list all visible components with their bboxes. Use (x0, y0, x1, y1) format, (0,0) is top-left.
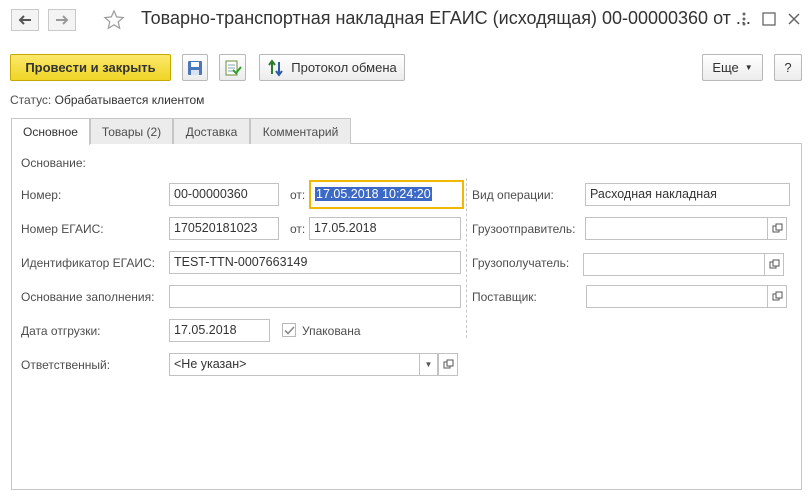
operation-label: Вид операции: (472, 188, 554, 202)
exchange-arrows-icon (268, 58, 284, 77)
supplier-field[interactable] (586, 285, 768, 308)
ship-date-label: Дата отгрузки: (21, 324, 101, 338)
more-label: Еще (712, 60, 739, 75)
basis-label: Основание: (21, 156, 86, 170)
help-label: ? (784, 60, 792, 75)
arrow-left-icon (18, 15, 31, 25)
forward-button[interactable] (48, 9, 76, 31)
egais-number-field[interactable]: 170520181023 (169, 217, 279, 240)
favorite-star-icon[interactable] (103, 9, 125, 34)
tab-main[interactable]: Основное (11, 118, 90, 145)
more-menu-button[interactable]: Еще ▼ (702, 54, 763, 81)
open-form-icon (772, 223, 782, 233)
egais-date-field[interactable]: 17.05.2018 (309, 217, 461, 240)
save-button[interactable] (182, 54, 208, 81)
operation-field[interactable]: Расходная накладная (585, 183, 790, 206)
more-vertical-icon[interactable] (735, 10, 753, 28)
help-button[interactable]: ? (774, 54, 802, 81)
close-icon[interactable] (785, 10, 803, 28)
number-field[interactable]: 00-00000360 (169, 183, 279, 206)
responsible-label: Ответственный: (21, 358, 111, 372)
post-button[interactable] (219, 54, 246, 81)
consignee-open-button[interactable] (764, 253, 784, 276)
date-field[interactable]: 17.05.2018 10:24:20 (309, 180, 464, 209)
supplier-open-button[interactable] (767, 285, 787, 308)
status-value: Обрабатывается клиентом (54, 93, 205, 107)
shipper-field[interactable] (585, 217, 768, 240)
tab-comment[interactable]: Комментарий (250, 118, 351, 144)
responsible-dropdown-button[interactable]: ▼ (419, 353, 438, 376)
post-and-close-label: Провести и закрыть (25, 60, 156, 75)
egais-id-label: Идентификатор ЕГАИС: (21, 256, 155, 270)
from-label: от: (290, 188, 306, 202)
open-form-icon (772, 291, 782, 301)
shipper-open-button[interactable] (767, 217, 787, 240)
egais-id-field[interactable]: TEST-TTN-0007663149 (169, 251, 461, 274)
responsible-field[interactable]: <Не указан> (169, 353, 420, 376)
packed-label: Упакована (302, 324, 361, 338)
checkmark-icon (283, 325, 295, 335)
post-document-icon (225, 60, 242, 75)
supplier-label: Поставщик: (472, 290, 537, 304)
consignee-field[interactable] (583, 253, 765, 276)
exchange-protocol-label: Протокол обмена (291, 60, 397, 75)
packed-checkbox[interactable] (282, 323, 296, 337)
post-and-close-button[interactable]: Провести и закрыть (10, 54, 171, 81)
page-title: Товарно-транспортная накладная ЕГАИС (ис… (141, 8, 751, 28)
egais-number-label: Номер ЕГАИС: (21, 222, 104, 236)
status-label: Статус: (10, 93, 52, 107)
ship-date-field[interactable]: 17.05.2018 (169, 319, 270, 342)
back-button[interactable] (11, 9, 39, 31)
dropdown-arrow-icon: ▼ (744, 63, 753, 72)
status-line: Статус: Обрабатывается клиентом (10, 93, 204, 107)
fill-basis-field[interactable] (169, 285, 461, 308)
egais-from-label: от: (290, 222, 306, 236)
date-value: 17.05.2018 10:24:20 (315, 187, 432, 201)
column-divider (466, 178, 467, 338)
shipper-label: Грузоотправитель: (472, 222, 576, 236)
open-form-icon (443, 359, 453, 369)
responsible-open-button[interactable] (438, 353, 458, 376)
dropdown-arrow-icon: ▼ (424, 360, 433, 369)
fill-basis-label: Основание заполнения: (21, 290, 155, 304)
open-form-icon (769, 259, 779, 269)
tab-goods[interactable]: Товары (2) (90, 118, 173, 144)
consignee-label: Грузополучатель: (472, 256, 570, 270)
save-icon (188, 60, 202, 75)
expand-icon[interactable] (760, 10, 778, 28)
tab-delivery[interactable]: Доставка (173, 118, 250, 144)
exchange-protocol-button[interactable]: Протокол обмена (259, 54, 405, 81)
number-label: Номер: (21, 188, 62, 202)
arrow-right-icon (56, 15, 69, 25)
